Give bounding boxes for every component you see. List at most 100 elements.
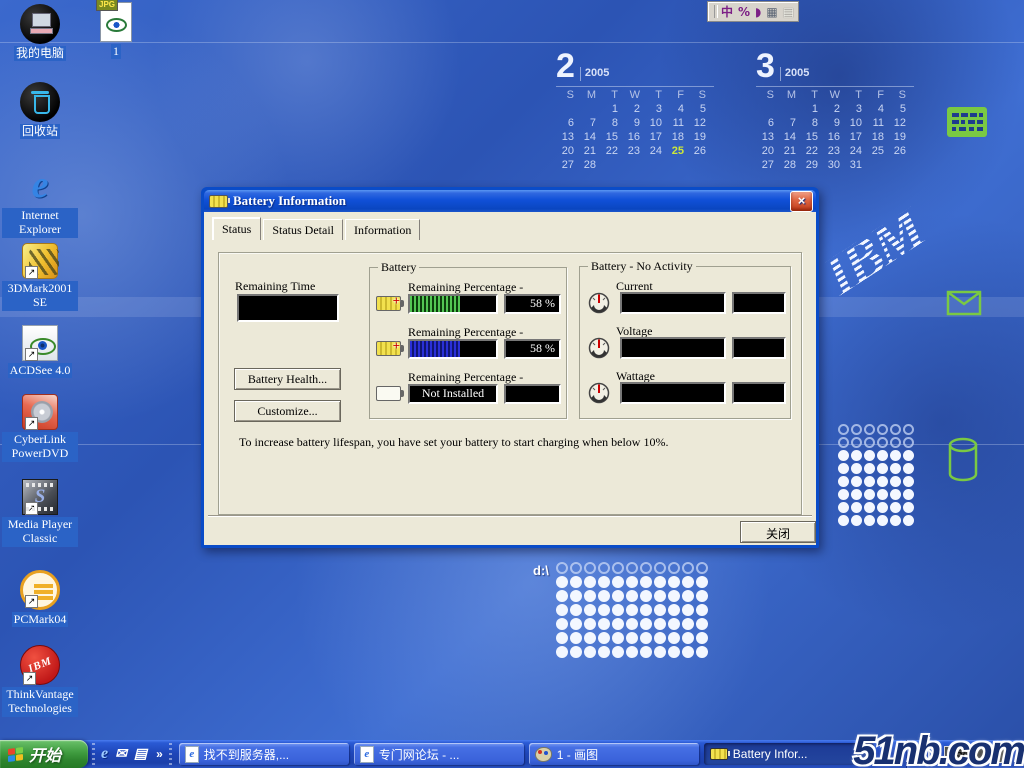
calendar-day: 1 — [600, 103, 622, 115]
shortcut-arrow-icon: ↗ — [23, 672, 36, 685]
chinese-input-icon[interactable]: 中 — [721, 5, 733, 19]
taskbar-task-ie-page[interactable]: e找不到服务器,... — [179, 743, 349, 765]
ie-quicklaunch-icon[interactable]: e — [101, 745, 108, 763]
paint-icon — [535, 747, 552, 762]
calendar-day: 17 — [844, 131, 866, 143]
calendar-day: 25 — [866, 145, 888, 157]
ime-menu-icon[interactable]: ▤ — [783, 5, 794, 19]
task-label: Battery Infor... — [733, 747, 808, 761]
dot — [626, 618, 638, 630]
calendar-day: 27 — [756, 159, 778, 171]
windows-logo-icon — [8, 746, 23, 761]
dot — [864, 502, 875, 513]
recycle-bin-icon — [20, 82, 60, 122]
calendar-day: 12 — [688, 117, 710, 129]
desktop-icon-cyberlink-powerdvd[interactable]: ↗CyberLink PowerDVD — [2, 394, 78, 462]
calendar-day: 5 — [688, 103, 710, 115]
soft-keyboard-icon[interactable]: ▦ — [766, 5, 777, 19]
show-desktop-icon[interactable]: ▤ — [134, 746, 147, 763]
calendar-day: 20 — [556, 145, 578, 157]
desktop-icon-internet-explorer[interactable]: eInternet Explorer — [2, 164, 78, 238]
dot — [696, 604, 708, 616]
dialog-tabs: StatusStatus DetailInformation — [212, 217, 422, 240]
dot — [640, 576, 652, 588]
desktop-icon-recycle-bin[interactable]: 回收站 — [2, 82, 78, 140]
current-display — [620, 292, 726, 314]
punctuation-icon[interactable]: ◗ — [755, 5, 761, 19]
desktop-icon-my-computer[interactable]: 我的电脑 — [2, 4, 78, 62]
dot — [890, 424, 901, 435]
close-button[interactable]: 关闭 — [740, 521, 816, 543]
taskbar-task-battery-information[interactable]: Battery Infor... — [704, 743, 874, 765]
calendar-day: 22 — [800, 145, 822, 157]
desktop-icon-label: 回收站 — [20, 124, 60, 139]
taskbar-task-paint[interactable]: 1 - 画图 — [529, 743, 699, 765]
dot — [654, 632, 666, 644]
calendar-day — [778, 103, 800, 115]
calendar-day: 2 — [622, 103, 644, 115]
desktop-icon-pcmark04[interactable]: ↗PCMark04 — [2, 570, 78, 628]
width-mode-icon[interactable]: % — [738, 5, 750, 19]
task-label: 专门网论坛 - ... — [379, 746, 460, 763]
dot — [626, 590, 638, 602]
dot — [877, 489, 888, 500]
calendar-day: 12 — [888, 117, 910, 129]
tab-information[interactable]: Information — [345, 219, 420, 240]
desktop-icon-media-player-classic[interactable]: S↗Media Player Classic — [2, 479, 78, 547]
close-icon[interactable]: × — [790, 191, 813, 212]
dot — [877, 424, 888, 435]
dot — [903, 515, 914, 526]
media-player-classic-icon: S↗ — [22, 479, 58, 515]
calendar-day-header: T — [800, 89, 822, 101]
shortcut-arrow-icon: ↗ — [25, 502, 38, 515]
task-label: 找不到服务器,... — [204, 746, 289, 763]
taskbar-handle[interactable] — [169, 743, 172, 765]
battery-health-button[interactable]: Battery Health... — [234, 368, 341, 390]
ime-grip[interactable] — [714, 5, 718, 18]
tab-status[interactable]: Status — [212, 217, 261, 240]
tab-status-detail[interactable]: Status Detail — [263, 219, 343, 240]
dot — [864, 489, 875, 500]
ime-language-bar[interactable]: 中% ◗ ▦ ▤ — [707, 1, 799, 22]
dot — [640, 562, 652, 574]
desktop-icon-3dmark2001-se[interactable]: ↗3DMark2001 SE — [2, 243, 78, 311]
outlook-express-icon[interactable]: ✉ — [115, 746, 127, 763]
desktop-icon-label: ThinkVantage Technologies — [2, 687, 78, 717]
desktop-icon-label: Media Player Classic — [2, 517, 78, 547]
calendar-year: 2005 — [780, 67, 809, 81]
dialog-body: StatusStatus DetailInformation Remaining… — [204, 212, 816, 545]
dot — [598, 618, 610, 630]
desktop-icon-jpg-file-1[interactable]: 1 — [88, 2, 144, 60]
dot — [668, 562, 680, 574]
calendar-day: 17 — [644, 131, 666, 143]
dot — [877, 450, 888, 461]
51nb-watermark: 51nb.com — [853, 729, 1024, 768]
calendar-day — [888, 159, 910, 171]
dot — [903, 502, 914, 513]
dot — [890, 450, 901, 461]
desktop-icon-thinkvantage-technologies[interactable]: IBM↗ThinkVantage Technologies — [2, 645, 78, 717]
bar-fill — [410, 296, 460, 312]
overflow-chevron-icon[interactable]: » — [156, 747, 163, 761]
dialog-titlebar[interactable]: Battery Information × — [204, 190, 816, 212]
customize-button[interactable]: Customize... — [234, 400, 341, 422]
calendar-year: 2005 — [580, 67, 609, 81]
dot — [640, 646, 652, 658]
dot — [890, 502, 901, 513]
calendar-day: 7 — [778, 117, 800, 129]
calendar-day: 10 — [644, 117, 666, 129]
dot — [612, 618, 624, 630]
calendar-day: 16 — [622, 131, 644, 143]
dot — [851, 437, 862, 448]
calendar-day: 28 — [778, 159, 800, 171]
taskbar-handle[interactable] — [92, 743, 95, 765]
calendar-day — [756, 103, 778, 115]
grid-icon — [946, 106, 988, 138]
taskbar-task-ie-page[interactable]: e专门网论坛 - ... — [354, 743, 524, 765]
dialog-title: Battery Information — [233, 193, 346, 209]
dot — [626, 632, 638, 644]
desktop-icon-acdsee-40[interactable]: ↗ACDSee 4.0 — [2, 325, 78, 379]
calendar-day: 2 — [822, 103, 844, 115]
start-button[interactable]: 开始 — [0, 740, 88, 768]
dot — [556, 576, 568, 588]
